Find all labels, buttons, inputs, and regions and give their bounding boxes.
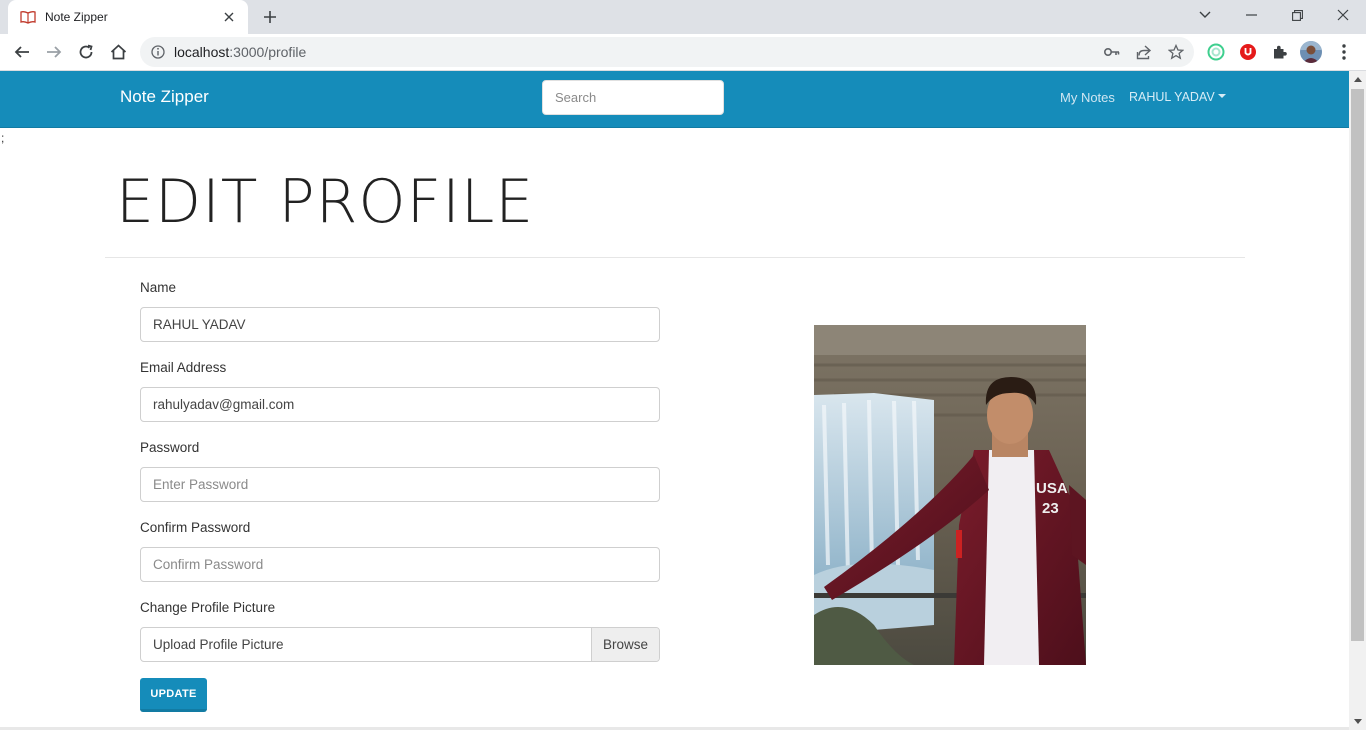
- bookmark-star-icon[interactable]: [1162, 38, 1190, 66]
- page-viewport: Note Zipper My Notes RAHUL YADAV ; EDIT …: [0, 71, 1349, 730]
- my-notes-link[interactable]: My Notes: [1060, 90, 1115, 105]
- scroll-up-icon[interactable]: [1349, 71, 1366, 88]
- scrollbar-thumb[interactable]: [1351, 89, 1364, 641]
- browser-menu-icon[interactable]: [1332, 40, 1356, 64]
- tab-search-icon[interactable]: [1182, 0, 1228, 30]
- reload-icon[interactable]: [72, 38, 100, 66]
- forward-arrow-icon[interactable]: [40, 38, 68, 66]
- extension-green-icon[interactable]: [1204, 40, 1228, 64]
- brand-link[interactable]: Note Zipper: [120, 87, 209, 107]
- title-divider: [105, 257, 1245, 258]
- svg-text:USA: USA: [1036, 480, 1068, 497]
- browser-toolbar: localhost:3000/profile: [0, 34, 1366, 71]
- confirm-password-label: Confirm Password: [140, 520, 251, 535]
- browser-tab[interactable]: Note Zipper: [8, 0, 248, 34]
- url-text[interactable]: localhost:3000/profile: [174, 44, 1098, 60]
- window-close-button[interactable]: [1320, 0, 1366, 30]
- share-icon[interactable]: [1130, 38, 1158, 66]
- browser-tab-bar: Note Zipper: [0, 0, 1366, 34]
- page-scrollbar[interactable]: [1349, 71, 1366, 730]
- restore-button[interactable]: [1274, 0, 1320, 30]
- scroll-down-icon[interactable]: [1349, 713, 1366, 730]
- page-title: EDIT PROFILE: [116, 167, 535, 237]
- tab-title: Note Zipper: [45, 10, 108, 24]
- home-icon[interactable]: [104, 38, 132, 66]
- url-host: localhost: [174, 44, 230, 60]
- profile-avatar-icon[interactable]: [1299, 40, 1323, 64]
- address-bar[interactable]: localhost:3000/profile: [140, 37, 1194, 67]
- email-input[interactable]: [140, 387, 660, 422]
- profile-picture-label: Change Profile Picture: [140, 600, 276, 615]
- new-tab-button[interactable]: [258, 5, 282, 29]
- book-icon: [20, 9, 36, 25]
- minimize-button[interactable]: [1228, 0, 1274, 30]
- name-input[interactable]: [140, 307, 660, 342]
- extensions-puzzle-icon[interactable]: [1268, 40, 1292, 64]
- profile-picture-upload[interactable]: Upload Profile Picture Browse: [140, 627, 660, 662]
- svg-text:23: 23: [1042, 500, 1059, 517]
- profile-picture-preview: USA 23: [814, 325, 1086, 665]
- upload-placeholder[interactable]: Upload Profile Picture: [141, 628, 591, 661]
- user-dropdown-label: RAHUL YADAV: [1129, 90, 1215, 104]
- email-label: Email Address: [140, 360, 227, 375]
- password-input[interactable]: [140, 467, 660, 502]
- key-icon[interactable]: [1098, 38, 1126, 66]
- confirm-password-input[interactable]: [140, 547, 660, 582]
- url-path: :3000/profile: [229, 44, 307, 60]
- info-icon[interactable]: [150, 44, 166, 60]
- browse-button[interactable]: Browse: [591, 628, 659, 661]
- name-label: Name: [140, 280, 177, 295]
- caret-down-icon: [1217, 94, 1226, 98]
- extension-shield-icon[interactable]: [1236, 40, 1260, 64]
- stray-text: ;: [1, 131, 5, 145]
- password-label: Password: [140, 440, 200, 455]
- user-dropdown[interactable]: RAHUL YADAV: [1129, 90, 1226, 104]
- close-icon[interactable]: [220, 8, 238, 26]
- search-input[interactable]: [542, 80, 724, 115]
- update-button[interactable]: UPDATE: [140, 678, 207, 712]
- back-arrow-icon[interactable]: [8, 38, 36, 66]
- app-navbar: Note Zipper My Notes RAHUL YADAV: [0, 71, 1349, 128]
